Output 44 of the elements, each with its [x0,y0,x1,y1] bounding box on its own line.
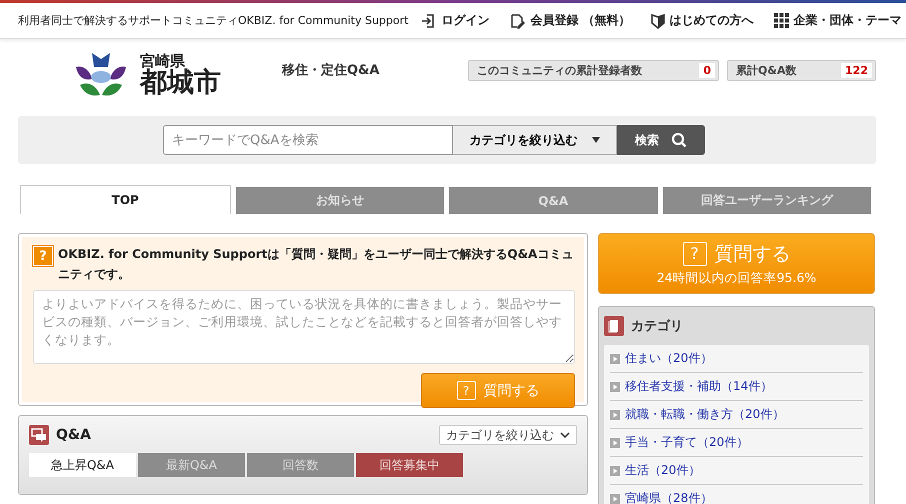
pencil-document-icon [509,12,526,28]
logo-city: 都城市 [140,69,221,96]
stat-label: 累計Q&A数 [736,62,796,78]
grid-icon [774,13,789,28]
site-tagline: 利用者同士で解決するサポートコミュニティOKBIZ. for Community Support [18,13,408,28]
book-icon [604,316,624,336]
header-link[interactable]: ログイン [420,12,490,29]
category-link[interactable]: 宮崎県（28件） [610,485,863,504]
panel-title: Q&A [56,427,91,443]
category-dropdown[interactable]: カテゴリを絞り込む [439,425,577,445]
panel-title: カテゴリ [631,318,683,335]
play-icon [610,466,620,476]
qa-tab[interactable]: 回答募集中 [356,453,463,477]
category-link[interactable]: 手当・子育て（20件） [610,429,863,457]
login-icon [420,12,436,28]
category-dropdown[interactable]: カテゴリを絞り込む [453,125,617,155]
category-link[interactable]: 生活（20件） [610,457,863,485]
question-icon: ? [33,246,53,266]
speech-bubbles-icon [29,425,49,445]
play-icon [610,354,620,364]
search-field[interactable]: キーワードでQ&Aを検索 [163,125,453,155]
caret-icon [592,137,600,143]
qa-tab[interactable]: 急上昇Q&A [29,453,136,477]
category-link[interactable]: 住まい（20件） [610,345,863,373]
question-field[interactable]: よりよいアドバイスを得るために、困っている状況を具体的に書きましょう。製品やサービスの種類、バージョン、ご利用環境、試したことなどを記載すると回答者が回答しやすくなります。 [33,290,575,364]
chevron-icon [560,432,570,438]
stat-label: このコミュニティの累計登録者数 [477,62,642,78]
play-icon [610,410,620,420]
logo-prefecture: 宮崎県 [140,54,185,69]
site-title: 移住・定住Q&A [282,62,380,79]
stat-value: 122 [841,62,872,78]
header-link[interactable]: 会員登録 （無料） [509,12,631,29]
stat-value: 0 [699,62,715,78]
header-link[interactable]: はじめての方へ [650,12,754,29]
search-icon [671,132,687,148]
header-link[interactable]: 企業・団体・テーマ [774,12,902,29]
category-link[interactable]: 移住者支援・補助（14件） [610,373,863,401]
intro-text: OKBIZ. for Community Supportは「質問・疑問」をユーザー同士で解決するQ&Aコミュニティです。 [58,246,574,283]
nav-tab[interactable]: TOP [20,185,230,214]
play-icon [610,382,620,392]
play-icon [610,438,620,448]
shield-icon [650,12,665,28]
category-link[interactable]: 就職・転職・働き方（20件） [610,401,863,429]
search-button[interactable]: 検索 [617,125,705,155]
